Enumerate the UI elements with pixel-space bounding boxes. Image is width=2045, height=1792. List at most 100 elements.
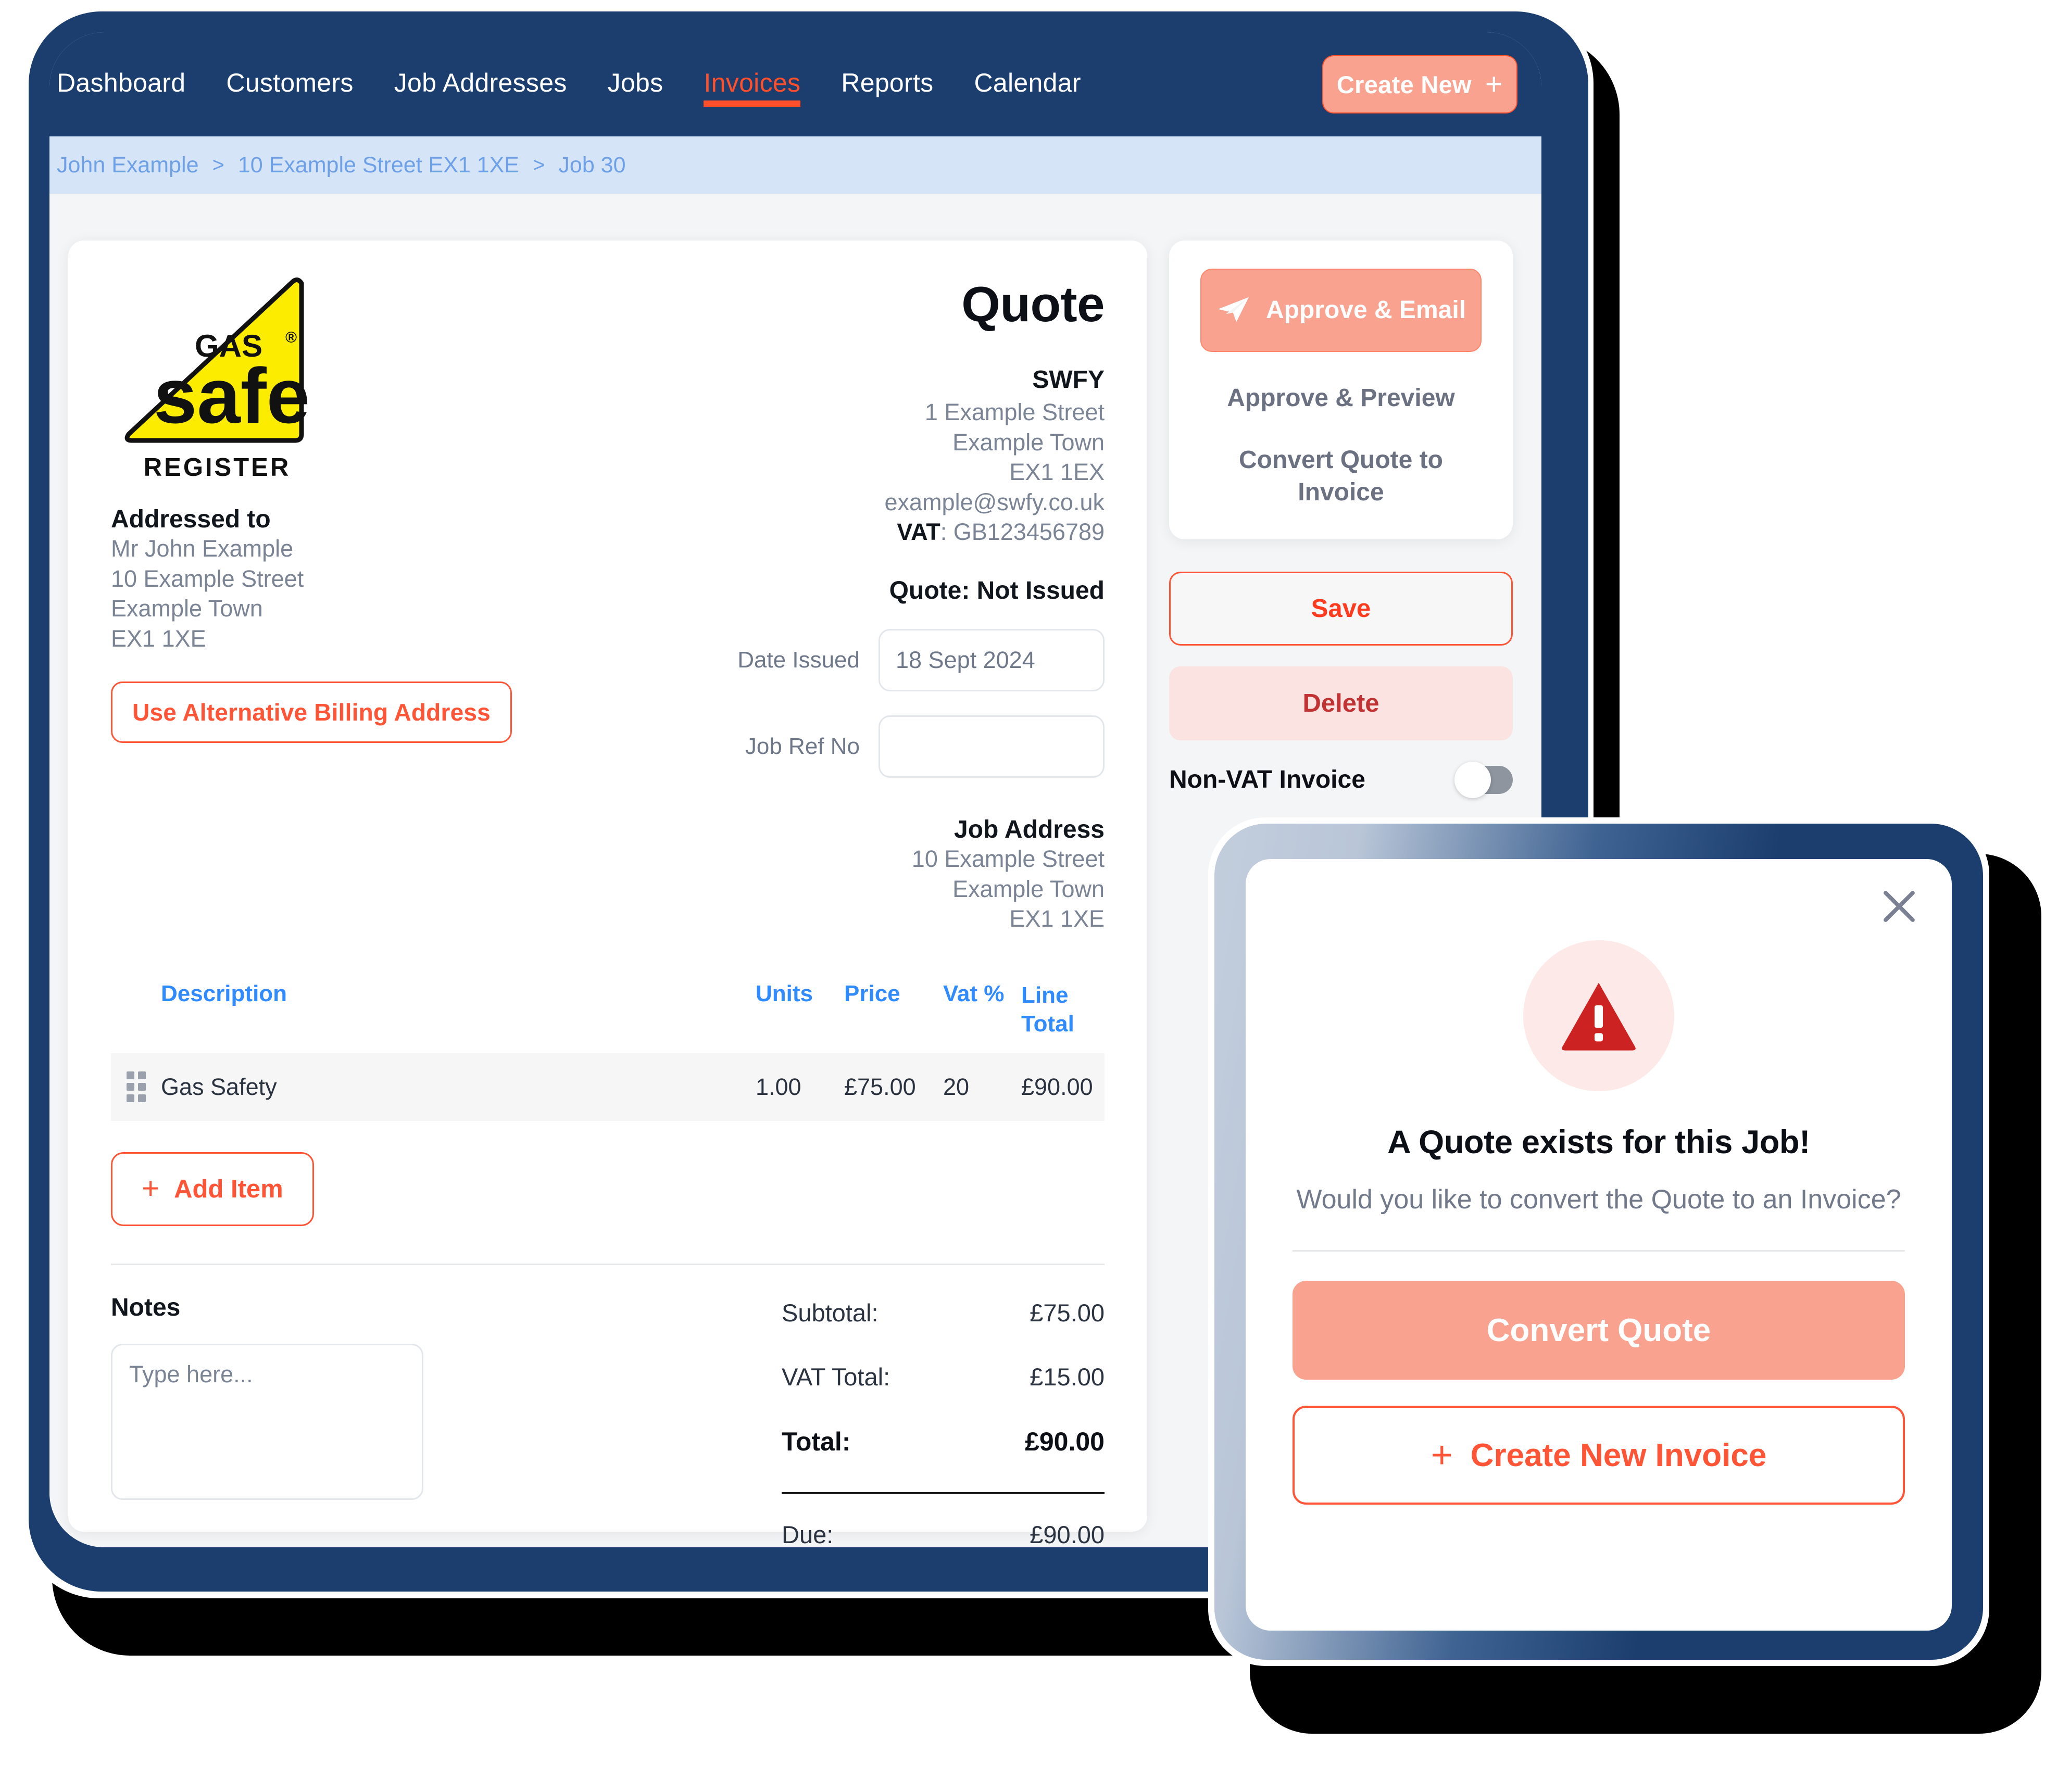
total-row-total: Total: £90.00 bbox=[782, 1427, 1105, 1457]
modal-divider bbox=[1293, 1250, 1905, 1252]
nav-item-calendar[interactable]: Calendar bbox=[974, 68, 1081, 101]
addressed-to-line: 10 Example Street bbox=[111, 565, 304, 592]
table-row[interactable]: Gas Safety 1.00 £75.00 20 £90.00 bbox=[111, 1053, 1105, 1121]
due-label: Due: bbox=[782, 1520, 834, 1547]
plus-icon: + bbox=[1431, 1434, 1453, 1476]
delete-button[interactable]: Delete bbox=[1169, 666, 1513, 741]
job-address-heading: Job Address bbox=[954, 815, 1105, 843]
quote-document-card: GAS ® safe REGISTER Addressed to Mr John… bbox=[68, 241, 1147, 1547]
company-name: SWFY bbox=[1032, 366, 1105, 394]
gas-safe-register-logo: GAS ® safe REGISTER bbox=[118, 276, 316, 484]
convert-quote-label: Convert Quote bbox=[1486, 1312, 1711, 1348]
nav-item-customers[interactable]: Customers bbox=[226, 68, 353, 101]
plus-icon: + bbox=[142, 1171, 160, 1206]
nav-items: Dashboard Customers Job Addresses Jobs I… bbox=[57, 68, 1081, 107]
quote-exists-modal: A Quote exists for this Job! Would you l… bbox=[1246, 859, 1952, 1505]
create-new-invoice-label: Create New Invoice bbox=[1470, 1437, 1767, 1473]
create-new-button[interactable]: Create New + bbox=[1322, 55, 1517, 113]
nav-item-jobs[interactable]: Jobs bbox=[608, 68, 663, 101]
plus-icon: + bbox=[1485, 67, 1503, 101]
gas-safe-triangle: GAS ® safe bbox=[118, 276, 316, 448]
approve-and-email-label: Approve & Email bbox=[1265, 296, 1466, 324]
date-issued-row: Date Issued 18 Sept 2024 bbox=[646, 628, 1105, 691]
nav-item-invoices[interactable]: Invoices bbox=[704, 68, 801, 107]
modal-title: A Quote exists for this Job! bbox=[1387, 1124, 1810, 1160]
close-icon[interactable] bbox=[1879, 886, 1919, 927]
quote-header: GAS ® safe REGISTER Addressed to Mr John… bbox=[111, 276, 1105, 934]
vat-label: VAT bbox=[897, 519, 940, 546]
top-navigation-bar: Dashboard Customers Job Addresses Jobs I… bbox=[49, 32, 1541, 136]
tablet-screen: A Quote exists for this Job! Would you l… bbox=[1246, 859, 1952, 1631]
company-address-line: EX1 1EX bbox=[1009, 459, 1105, 486]
breadcrumb-item-job[interactable]: Job 30 bbox=[558, 153, 625, 178]
save-button[interactable]: Save bbox=[1169, 572, 1513, 646]
company-email: example@swfy.co.uk bbox=[884, 488, 1105, 515]
quote-title: Quote bbox=[961, 276, 1105, 332]
nav-item-dashboard[interactable]: Dashboard bbox=[57, 68, 185, 101]
section-divider bbox=[111, 1263, 1105, 1265]
non-vat-invoice-label: Non-VAT Invoice bbox=[1169, 766, 1365, 794]
modal-subtitle: Would you like to convert the Quote to a… bbox=[1296, 1184, 1901, 1215]
job-ref-no-row: Job Ref No bbox=[646, 715, 1105, 778]
breadcrumb-separator-icon: > bbox=[533, 153, 545, 176]
column-header-units[interactable]: Units bbox=[756, 981, 844, 1007]
non-vat-invoice-row: Non-VAT Invoice bbox=[1169, 761, 1513, 798]
notes-textarea[interactable]: Type here... bbox=[111, 1343, 423, 1500]
quote-actions-sidebar: Approve & Email Approve & Preview Conver… bbox=[1169, 241, 1513, 798]
nav-item-job-addresses[interactable]: Job Addresses bbox=[394, 68, 567, 101]
convert-quote-to-invoice-button[interactable]: Convert Quote to Invoice bbox=[1199, 444, 1483, 508]
drag-handle-icon[interactable] bbox=[111, 1071, 161, 1103]
add-item-label: Add Item bbox=[174, 1175, 283, 1203]
cell-price[interactable]: £75.00 bbox=[844, 1074, 943, 1101]
convert-quote-button[interactable]: Convert Quote bbox=[1293, 1281, 1905, 1380]
quote-header-right: Quote SWFY 1 Example Street Example Town… bbox=[646, 276, 1105, 934]
nav-item-reports[interactable]: Reports bbox=[841, 68, 933, 101]
column-header-line-total[interactable]: Line Total bbox=[1021, 981, 1105, 1039]
company-vat: VAT: GB123456789 bbox=[897, 519, 1105, 546]
line-items-table: Description Units Price Vat % Line Total… bbox=[111, 981, 1105, 1226]
total-value: £90.00 bbox=[1025, 1427, 1105, 1456]
total-row-due: Due: £90.00 bbox=[782, 1520, 1105, 1547]
breadcrumb-item-customer[interactable]: John Example bbox=[57, 153, 199, 178]
column-header-vat[interactable]: Vat % bbox=[943, 981, 1021, 1007]
column-header-description[interactable]: Description bbox=[161, 981, 756, 1007]
approve-and-email-button[interactable]: Approve & Email bbox=[1200, 269, 1482, 352]
job-address-line: Example Town bbox=[952, 875, 1105, 902]
cell-vat[interactable]: 20 bbox=[943, 1074, 1021, 1101]
line-items-header-row: Description Units Price Vat % Line Total bbox=[111, 981, 1105, 1053]
warning-triangle-icon bbox=[1562, 982, 1636, 1051]
breadcrumb-separator-icon: > bbox=[212, 153, 224, 176]
subtotal-value: £75.00 bbox=[1030, 1298, 1105, 1327]
alt-billing-label: Use Alternative Billing Address bbox=[132, 699, 491, 726]
create-new-invoice-button[interactable]: + Create New Invoice bbox=[1293, 1406, 1905, 1505]
notes-heading: Notes bbox=[111, 1293, 181, 1321]
totals-block: Subtotal: £75.00 VAT Total: £15.00 Total… bbox=[782, 1293, 1105, 1547]
approve-and-preview-button[interactable]: Approve & Preview bbox=[1199, 382, 1483, 414]
non-vat-invoice-toggle[interactable] bbox=[1454, 761, 1513, 798]
job-address-line: EX1 1XE bbox=[1009, 905, 1105, 932]
breadcrumb-item-address[interactable]: 10 Example Street EX1 1XE bbox=[238, 153, 519, 178]
cell-description[interactable]: Gas Safety bbox=[161, 1074, 756, 1101]
job-ref-no-input[interactable] bbox=[879, 715, 1105, 778]
total-row-subtotal: Subtotal: £75.00 bbox=[782, 1298, 1105, 1327]
subtotal-label: Subtotal: bbox=[782, 1298, 879, 1327]
due-value: £90.00 bbox=[1030, 1520, 1105, 1547]
breadcrumb: John Example > 10 Example Street EX1 1XE… bbox=[49, 136, 1541, 194]
total-row-vat: VAT Total: £15.00 bbox=[782, 1362, 1105, 1391]
date-issued-input[interactable]: 18 Sept 2024 bbox=[879, 628, 1105, 691]
addressed-to-heading: Addressed to bbox=[111, 506, 271, 533]
vat-total-label: VAT Total: bbox=[782, 1362, 890, 1391]
job-address-line: 10 Example Street bbox=[911, 845, 1105, 872]
quote-header-left: GAS ® safe REGISTER Addressed to Mr John… bbox=[111, 276, 580, 934]
cell-units[interactable]: 1.00 bbox=[756, 1074, 844, 1101]
company-address-line: Example Town bbox=[952, 428, 1105, 456]
company-address-line: 1 Example Street bbox=[924, 399, 1105, 425]
gas-safe-triangle-svg: GAS ® safe bbox=[124, 277, 310, 443]
send-icon bbox=[1218, 297, 1249, 322]
delete-label: Delete bbox=[1302, 689, 1379, 718]
add-item-button[interactable]: + Add Item bbox=[111, 1152, 314, 1226]
use-alternative-billing-address-button[interactable]: Use Alternative Billing Address bbox=[111, 682, 512, 743]
column-header-price[interactable]: Price bbox=[844, 981, 943, 1007]
screenshot-root: Dashboard Customers Job Addresses Jobs I… bbox=[0, 0, 2045, 1792]
approve-actions-card: Approve & Email Approve & Preview Conver… bbox=[1169, 241, 1513, 540]
